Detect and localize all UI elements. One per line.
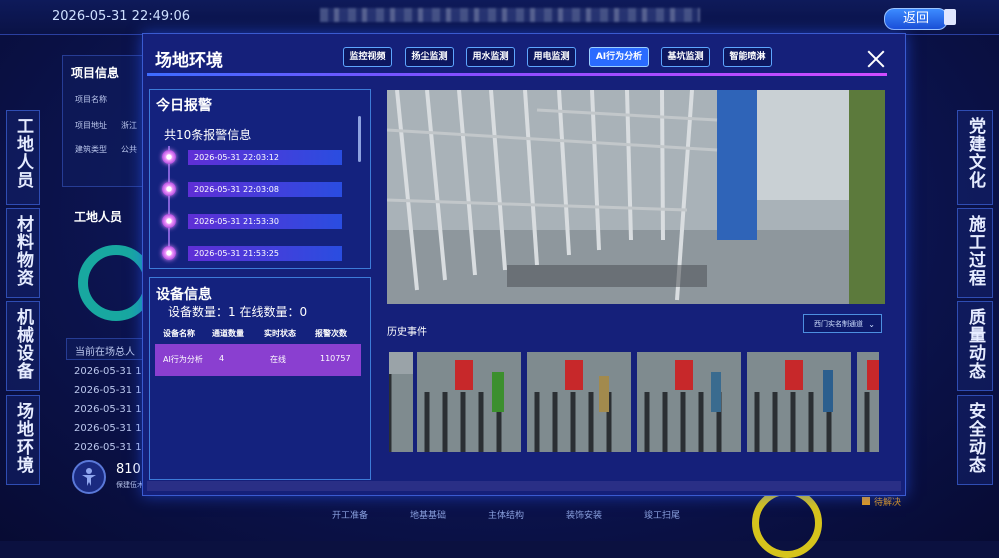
back-button-tab: [944, 9, 956, 25]
device-summary: 设备数量：1 在线数量：0: [168, 305, 308, 319]
alarm-item[interactable]: 2026-05-31 22:03:08: [188, 182, 342, 197]
site-environment-modal: 场地环境 监控视频 扬尘监测 用水监测 用电监测 AI行为分析 基坑监测 智能喷…: [142, 33, 906, 496]
left-nav-item-machinery[interactable]: 机械设备: [6, 301, 40, 391]
device-col-channels: 通道数量: [212, 329, 244, 338]
current-total-bar: 当前在场总人: [66, 338, 144, 360]
modal-title: 场地环境: [155, 51, 223, 71]
alarms-summary: 共10条报警信息: [164, 128, 252, 142]
back-button[interactable]: 返回: [884, 8, 948, 30]
legend-swatch: [862, 497, 870, 505]
alarm-item[interactable]: 2026-05-31 21:53:30: [188, 214, 342, 229]
person-icon: [72, 460, 106, 494]
device-col-name: 设备名称: [163, 329, 195, 338]
tab-water-monitor[interactable]: 用水监测: [466, 47, 515, 67]
timeline-dot-icon: [162, 214, 176, 228]
title-divider: [147, 73, 887, 76]
stage-nav-item[interactable]: 地基基础: [410, 508, 446, 521]
tab-dust-monitor[interactable]: 扬尘监测: [405, 47, 454, 67]
stage-nav-item[interactable]: 开工准备: [332, 508, 368, 521]
tab-power-monitor[interactable]: 用电监测: [527, 47, 576, 67]
close-icon[interactable]: [865, 48, 887, 70]
stage-nav-item[interactable]: 装饰安装: [566, 508, 602, 521]
timeline-dot-icon: [162, 246, 176, 260]
log-time: 2026-05-31 18:: [74, 366, 152, 377]
right-nav-item-safety[interactable]: 安全动态: [957, 395, 993, 485]
device-name: AI行为分析: [163, 355, 203, 364]
history-thumbnail[interactable]: [637, 352, 741, 452]
clock: 2026-05-31 22:49:06: [52, 9, 191, 24]
log-time: 2026-05-31 18:: [74, 423, 152, 434]
alarms-title: 今日报警: [156, 98, 212, 114]
stage-nav: 开工准备 地基基础 主体结构 装饰安装 竣工扫尾: [310, 500, 710, 530]
device-col-alarms: 报警次数: [315, 329, 347, 338]
today-alarms-panel: 今日报警 共10条报警信息 2026-05-31 22:03:12 2026-0…: [149, 89, 371, 269]
alarms-scrollbar[interactable]: [358, 116, 361, 162]
tab-monitor-video[interactable]: 监控视频: [343, 47, 392, 67]
chevron-down-icon: ⌄: [868, 320, 875, 329]
stage-nav-item[interactable]: 竣工扫尾: [644, 508, 680, 521]
stage-nav-item[interactable]: 主体结构: [488, 508, 524, 521]
history-thumbnail[interactable]: [747, 352, 851, 452]
alarm-item[interactable]: 2026-05-31 21:53:25: [188, 246, 342, 261]
top-bar: 2026-05-31 22:49:06 返回: [0, 0, 999, 35]
device-channels: 4: [219, 354, 225, 363]
timeline-dot-icon: [162, 182, 176, 196]
history-thumbnail[interactable]: [527, 352, 631, 452]
left-nav-item-site-environment[interactable]: 场地环境: [6, 395, 40, 485]
live-camera-feed[interactable]: [387, 90, 885, 304]
device-status: 在线: [270, 355, 286, 364]
tab-smart-sprinkler[interactable]: 智能喷淋: [723, 47, 772, 67]
log-time: 2026-05-31 18:: [74, 404, 152, 415]
device-info-panel: 设备信息 设备数量：1 在线数量：0 设备名称 通道数量 实时状态 报警次数 A…: [149, 277, 371, 480]
device-info-title: 设备信息: [156, 287, 212, 303]
bottom-count: 810: [116, 462, 141, 477]
log-time: 2026-05-31 18:: [74, 442, 152, 453]
timeline-dot-icon: [162, 150, 176, 164]
history-thumbnail[interactable]: [857, 352, 879, 452]
tab-ai-behavior-analysis[interactable]: AI行为分析: [589, 47, 649, 67]
right-nav-item-party-culture[interactable]: 党建文化: [957, 110, 993, 205]
legend-text: 待解决: [874, 498, 902, 508]
tab-pit-monitor[interactable]: 基坑监测: [661, 47, 710, 67]
log-time: 2026-05-31 18:: [74, 385, 152, 396]
left-nav-item-materials[interactable]: 材料物资: [6, 208, 40, 298]
modal-scrollbar[interactable]: [147, 481, 901, 491]
history-thumbnail[interactable]: [417, 352, 521, 452]
channel-select[interactable]: 西门实名制通道 ⌄: [803, 314, 882, 333]
device-alarm-count: 110757: [320, 354, 351, 363]
progress-gauge: [752, 488, 822, 558]
history-thumbnail[interactable]: [389, 352, 413, 452]
workers-title: 工地人员: [74, 210, 123, 224]
history-events-label: 历史事件: [387, 327, 427, 338]
dashboard-title-blurred: [320, 8, 700, 22]
project-info-panel: 项目信息 项目名称 项目地址 浙江 建筑类型 公共: [62, 55, 144, 187]
history-thumbnails: [389, 352, 879, 452]
bottom-caption: 保建伍木: [116, 481, 144, 489]
left-nav-item-workers[interactable]: 工地人员: [6, 110, 40, 205]
right-nav-item-construction-process[interactable]: 施工过程: [957, 208, 993, 298]
alarm-item[interactable]: 2026-05-31 22:03:12: [188, 150, 342, 165]
right-nav-item-quality[interactable]: 质量动态: [957, 301, 993, 391]
device-col-status: 实时状态: [264, 329, 296, 338]
